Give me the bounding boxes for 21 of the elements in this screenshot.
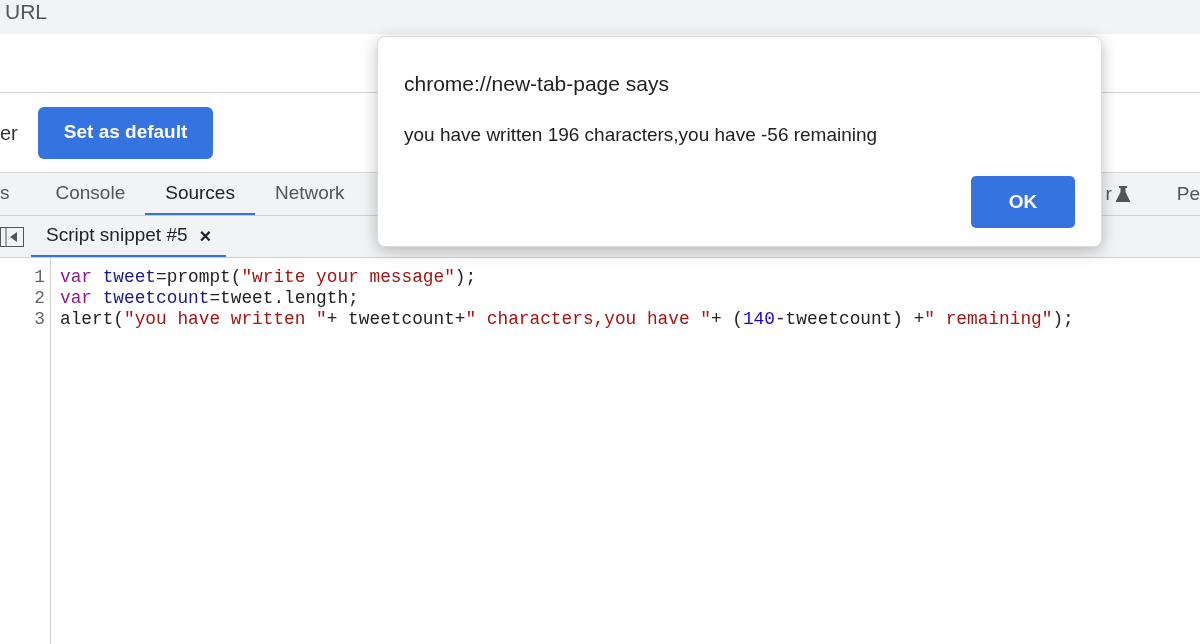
code-line: var tweetcount=tweet.length; [60, 288, 360, 309]
devtools-tab[interactable]: r [1105, 179, 1112, 209]
banner-text: er [0, 120, 18, 146]
code-line: alert("you have written "+ tweetcount+" characters,you have "+ (140-tweetcount) +" remaining"); [60, 309, 1074, 330]
flask-icon [1115, 186, 1130, 202]
dialog-title: chrome://new-tab-page says [404, 71, 670, 97]
line-number: 3 [33, 309, 45, 330]
devtools-tab[interactable]: Console [35, 173, 146, 215]
address-text: URL [5, 0, 47, 26]
line-number: 1 [33, 267, 45, 288]
devtools-tab[interactable]: Network [254, 173, 365, 215]
file-tab[interactable]: Script snippet #5 × [31, 216, 227, 257]
line-number: 2 [33, 288, 45, 309]
dialog-message: you have written 196 characters,you have -56 remaining [404, 122, 879, 147]
ok-button[interactable]: OK [971, 176, 1075, 228]
set-default-button[interactable]: Set as default [37, 106, 214, 159]
devtools-tab[interactable]: s [0, 173, 36, 215]
close-icon[interactable]: × [199, 220, 212, 251]
panel-toggle-icon[interactable] [0, 226, 24, 247]
code-line: var tweet=prompt("write your message"); [60, 267, 478, 288]
devtools-tab[interactable]: Pe [1176, 179, 1200, 209]
